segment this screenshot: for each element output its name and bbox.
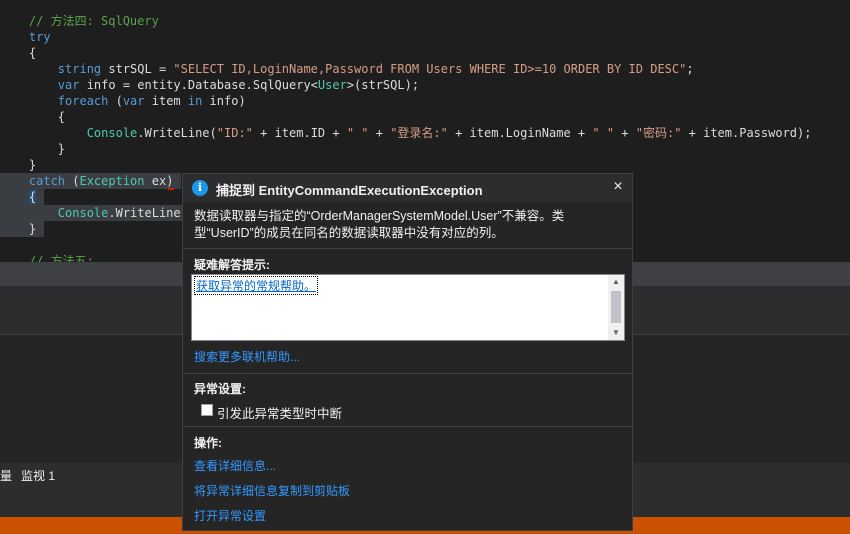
tab-locals[interactable]: 量 (0, 467, 12, 484)
exception-settings-label: 异常设置: (194, 382, 246, 396)
scroll-thumb[interactable] (611, 291, 621, 323)
code-token: } (28, 158, 37, 172)
divider (183, 248, 632, 249)
scroll-up-arrow-icon[interactable]: ▲ (608, 275, 624, 289)
code-token: + (368, 126, 391, 140)
code-token: .WriteLine (108, 206, 181, 220)
search-more-help-link[interactable]: 搜索更多联机帮助... (194, 348, 300, 365)
code-token: "ID:" (216, 126, 253, 140)
code-token: " " (592, 126, 615, 140)
exception-message-line-1: 数据读取器与指定的“OrderManagerSystemModel.User”不… (194, 209, 565, 223)
code-token: " " (346, 126, 369, 140)
code-token: Console (57, 206, 109, 220)
view-detail-link[interactable]: 查看详细信息... (194, 457, 276, 474)
scroll-down-arrow-icon[interactable]: ▼ (608, 326, 624, 340)
code-line[interactable]: // 方法五: (0, 253, 94, 262)
code-token: } (57, 142, 66, 156)
break-on-exception-checkbox[interactable] (201, 404, 213, 416)
code-token: "密码:" (635, 126, 682, 140)
code-token: ex) (144, 174, 174, 188)
code-token: // 方法五: (28, 254, 94, 262)
error-squiggle (168, 188, 174, 190)
code-token: } (28, 222, 37, 236)
code-token: ( (108, 94, 123, 108)
copy-detail-link[interactable]: 将异常详细信息复制到剪贴板 (194, 482, 350, 499)
code-token: in (187, 94, 203, 108)
code-token: var (122, 94, 145, 108)
code-token: strSQL = (101, 62, 174, 76)
open-exception-settings-link[interactable]: 打开异常设置 (194, 507, 266, 524)
exception-helper-popup: i 捕捉到 EntityCommandExecutionException × … (182, 173, 633, 531)
code-token: ; (686, 62, 694, 76)
code-token: info) (202, 94, 246, 108)
code-token: .WriteLine( (137, 126, 217, 140)
tab-watch-1[interactable]: 监视 1 (21, 467, 55, 484)
vertical-scrollbar[interactable]: ▲ ▼ (608, 275, 624, 340)
actions-label: 操作: (194, 436, 222, 450)
code-token: { (28, 190, 37, 204)
code-token: string (57, 62, 102, 76)
code-line[interactable]: catch (Exception ex) (0, 173, 182, 189)
close-icon[interactable]: × (610, 178, 626, 196)
code-token: // 方法四: SqlQuery (28, 14, 159, 28)
code-token: >(strSQL); (346, 78, 420, 92)
code-token: + (614, 126, 636, 140)
code-token: + item.ID + (252, 126, 347, 140)
code-line[interactable]: // 方法四: SqlQuery (0, 13, 159, 29)
code-token: Console (86, 126, 138, 140)
troubleshooting-label: 疑难解答提示: (194, 258, 270, 272)
code-token: + item.LoginName + (447, 126, 593, 140)
popup-title: 捕捉到 EntityCommandExecutionException (216, 183, 483, 198)
code-token: + item.Password); (681, 126, 812, 140)
code-token: catch (28, 174, 66, 188)
code-line[interactable]: try (0, 29, 51, 45)
break-on-exception-label[interactable]: 引发此异常类型时中断 (217, 403, 342, 422)
code-token: try (28, 30, 51, 44)
exception-message: 数据读取器与指定的“OrderManagerSystemModel.User”不… (194, 208, 584, 242)
exception-message-line-2: 型“UserID”的成员在同名的数据读取器中没有对应的列。 (194, 226, 504, 240)
code-token: Exception (79, 174, 145, 188)
divider (183, 373, 632, 374)
code-token: "登录名:" (390, 126, 448, 140)
code-line[interactable]: var info = entity.Database.SqlQuery<User… (0, 77, 419, 93)
code-line[interactable]: } (0, 141, 65, 157)
code-line[interactable]: } (0, 157, 36, 173)
code-line[interactable]: { (0, 45, 36, 61)
code-token: ( (65, 174, 80, 188)
code-line[interactable]: Console.WriteLine (0, 205, 189, 221)
troubleshooting-list[interactable]: 获取异常的常规帮助。 ▲ ▼ (191, 274, 625, 341)
code-token: "SELECT ID,LoginName,Password FROM Users… (173, 62, 687, 76)
code-token: User (317, 78, 347, 92)
popup-header: i 捕捉到 EntityCommandExecutionException × (183, 174, 632, 202)
code-line[interactable]: string strSQL = "SELECT ID,LoginName,Pas… (0, 61, 694, 77)
code-token: { (28, 46, 37, 60)
code-line[interactable]: Console.WriteLine("ID:" + item.ID + " " … (0, 125, 812, 141)
general-help-link[interactable]: 获取异常的常规帮助。 (193, 276, 319, 295)
code-token: info = entity.Database.SqlQuery< (79, 78, 318, 92)
code-line[interactable]: { (0, 109, 65, 125)
info-icon: i (192, 180, 208, 196)
code-token: foreach (57, 94, 109, 108)
code-token: { (57, 110, 66, 124)
code-token: item (144, 94, 188, 108)
code-line[interactable]: } (0, 221, 45, 237)
code-line[interactable]: { (0, 189, 45, 205)
code-line[interactable]: foreach (var item in info) (0, 93, 246, 109)
divider (183, 426, 632, 427)
code-token: var (57, 78, 80, 92)
